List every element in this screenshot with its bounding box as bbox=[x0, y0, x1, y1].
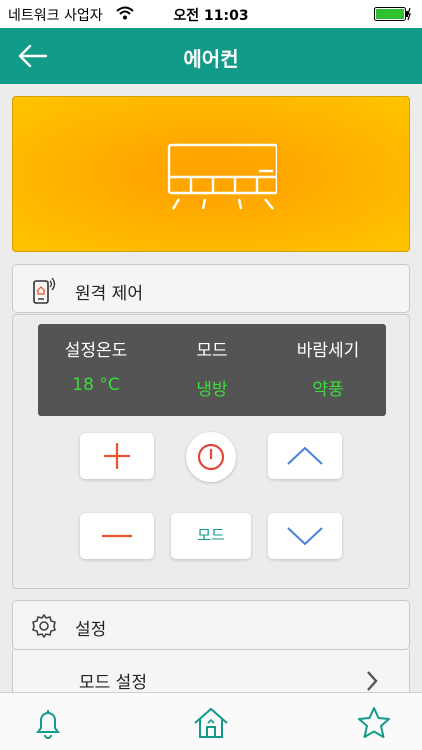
bottom-tab-bar bbox=[0, 692, 422, 750]
gear-icon bbox=[29, 611, 59, 645]
display-mode: 모드 냉방 bbox=[154, 336, 270, 400]
remote-phone-icon bbox=[29, 275, 59, 309]
status-time: 오전 11:03 bbox=[173, 8, 249, 24]
minus-icon bbox=[102, 534, 132, 538]
display-mode-value: 냉방 bbox=[196, 380, 228, 400]
air-conditioner-icon bbox=[167, 143, 277, 210]
display-temp-header: 설정온도 bbox=[64, 341, 128, 361]
remote-section-label: 원격 제어 bbox=[75, 284, 143, 304]
temp-down-button[interactable] bbox=[80, 513, 154, 559]
power-button[interactable] bbox=[186, 432, 236, 482]
display-temp-value: 18 °C bbox=[72, 375, 120, 395]
display-mode-header: 모드 bbox=[196, 341, 228, 361]
settings-section-header[interactable]: 설정 bbox=[12, 600, 410, 650]
bell-icon[interactable] bbox=[28, 703, 68, 743]
page-title: 에어컨 bbox=[183, 47, 239, 71]
chevron-down-icon bbox=[287, 527, 323, 546]
display-fan: 바람세기 약풍 bbox=[270, 336, 386, 400]
fan-down-button[interactable] bbox=[268, 513, 342, 559]
app-header: 에어컨 bbox=[0, 28, 422, 84]
display-fan-header: 바람세기 bbox=[296, 341, 360, 361]
mode-button[interactable]: 모드 bbox=[171, 513, 251, 559]
mode-setting-label: 모드 설정 bbox=[79, 673, 147, 693]
app-root: 네트워크 사업자 오전 11:03 에어컨 원격 제어 설정온도 18 °C 모… bbox=[0, 0, 422, 750]
settings-section-label: 설정 bbox=[75, 620, 107, 640]
display-temp: 설정온도 18 °C bbox=[38, 336, 154, 395]
device-banner bbox=[12, 96, 410, 252]
home-icon[interactable] bbox=[191, 703, 231, 743]
status-display: 설정온도 18 °C 모드 냉방 바람세기 약풍 bbox=[38, 324, 386, 416]
plus-icon bbox=[104, 443, 130, 469]
temp-up-button[interactable] bbox=[80, 433, 154, 479]
display-fan-value: 약풍 bbox=[312, 380, 344, 400]
mode-setting-row[interactable]: 모드 설정 bbox=[12, 650, 410, 694]
status-bar: 네트워크 사업자 오전 11:03 bbox=[0, 0, 422, 28]
power-icon bbox=[197, 443, 225, 471]
fan-up-button[interactable] bbox=[268, 433, 342, 479]
star-icon[interactable] bbox=[354, 703, 394, 743]
battery-icon bbox=[374, 7, 412, 21]
chevron-up-icon bbox=[287, 446, 323, 465]
remote-section-header[interactable]: 원격 제어 bbox=[12, 264, 410, 313]
